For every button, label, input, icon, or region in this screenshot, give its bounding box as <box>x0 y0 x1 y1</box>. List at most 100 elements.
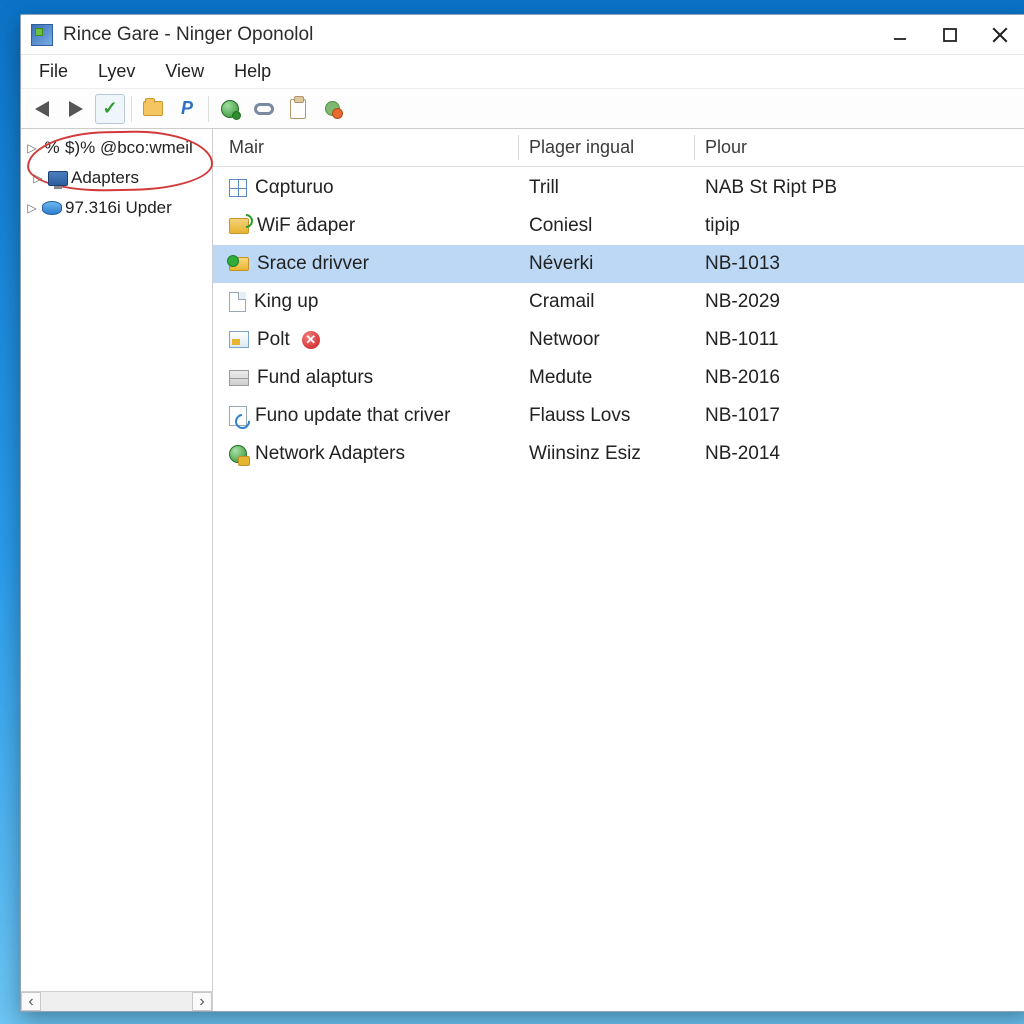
nav-back-button[interactable] <box>27 94 57 124</box>
list-row[interactable]: CαpturuoTrillNAB St Ript PB <box>213 169 1024 207</box>
row-value: NB-2014 <box>705 443 780 465</box>
close-button[interactable] <box>975 17 1024 53</box>
cell-plager: Cramail <box>519 291 695 313</box>
cell-name: WiF âdaper <box>219 215 519 237</box>
cell-plager: Coniesl <box>519 215 695 237</box>
row-value: Wiinsinz Esiz <box>529 443 641 465</box>
row-icon <box>229 179 247 197</box>
scroll-right-button[interactable]: › <box>192 992 212 1011</box>
row-name-label: Network Adapters <box>255 443 405 465</box>
link-button[interactable] <box>249 94 279 124</box>
cell-plour: NB-1011 <box>695 329 1024 351</box>
row-value: NB-1017 <box>705 405 780 427</box>
toolbar: ✓ P <box>21 89 1024 129</box>
expand-icon[interactable]: ▷ <box>25 201 39 215</box>
cell-name: Polt✕ <box>219 329 519 351</box>
column-header-name[interactable]: Mair <box>219 129 519 166</box>
menu-lyev[interactable]: Lyev <box>86 57 147 86</box>
list-rows: CαpturuoTrillNAB St Ript PB WiF âdaper Con… <box>213 167 1024 1011</box>
user-icon <box>325 101 340 116</box>
list-row[interactable]: WiF âdaper Coniesl tipip <box>213 207 1024 245</box>
open-folder-button[interactable] <box>138 94 168 124</box>
body-split: ▷ % $)% @bco:wmeil ▷ Adapters ▷ 97.316i … <box>21 129 1024 1011</box>
column-header-plager[interactable]: Plager ingual <box>519 129 695 166</box>
expand-icon[interactable]: ▷ <box>31 171 45 185</box>
globe-icon <box>221 100 239 118</box>
menu-file[interactable]: File <box>27 57 80 86</box>
toolbar-separator <box>208 96 209 122</box>
tree-pane: ▷ % $)% @bco:wmeil ▷ Adapters ▷ 97.316i … <box>21 129 213 1011</box>
tree-hscrollbar[interactable]: ‹ › <box>21 991 212 1011</box>
cell-plour: NAB St Ript PB <box>695 177 1024 199</box>
cell-plager: Medute <box>519 367 695 389</box>
tree-item-label: $)% @bco:wmeil <box>65 138 193 158</box>
row-icon <box>229 331 249 348</box>
minimize-button[interactable] <box>875 17 925 53</box>
arrow-right-icon <box>69 101 83 117</box>
row-name-label: Cαpturuo <box>255 177 334 199</box>
row-value: Medute <box>529 367 592 389</box>
app-window: Rince Gare - Ninger Oponolol File Lyev V… <box>20 14 1024 1012</box>
properties-button[interactable]: P <box>172 94 202 124</box>
row-value: tipip <box>705 215 740 237</box>
row-icon <box>229 257 249 271</box>
cell-name: Fund alapturs <box>219 367 519 389</box>
row-name-label: Funo update that criver <box>255 405 450 427</box>
cell-plager: Wiinsinz Esiz <box>519 443 695 465</box>
percent-icon: % <box>42 139 62 157</box>
row-value: Flauss Lovs <box>529 405 630 427</box>
row-icon <box>229 218 249 234</box>
row-value: NB-2016 <box>705 367 780 389</box>
list-row[interactable]: Polt✕ Netwoor NB-1011 <box>213 321 1024 359</box>
list-row[interactable]: Funo update that criver Flauss Lovs NB-101… <box>213 397 1024 435</box>
minimize-icon <box>892 27 908 43</box>
expand-icon[interactable]: ▷ <box>25 141 39 155</box>
adapter-icon <box>48 171 68 186</box>
row-name-label: WiF âdaper <box>257 215 355 237</box>
menu-view[interactable]: View <box>153 57 216 86</box>
toolbar-separator <box>131 96 132 122</box>
list-row[interactable]: Fund alapturs Medute NB-2016 <box>213 359 1024 397</box>
nav-forward-button[interactable] <box>61 94 91 124</box>
row-name-label: Fund alapturs <box>257 367 373 389</box>
list-row[interactable]: Network Adapters Wiinsinz Esiz NB-2014 <box>213 435 1024 473</box>
row-value: NB-1013 <box>705 253 780 275</box>
row-value: Netwoor <box>529 329 600 351</box>
check-icon: ✓ <box>102 98 117 119</box>
app-icon <box>31 24 53 46</box>
maximize-button[interactable] <box>925 17 975 53</box>
user-button[interactable] <box>317 94 347 124</box>
row-name-label: Polt <box>257 329 290 351</box>
row-value: NB-2029 <box>705 291 780 313</box>
cell-plour: NB-2016 <box>695 367 1024 389</box>
title-bar: Rince Gare - Ninger Oponolol <box>21 15 1024 55</box>
close-icon <box>991 26 1009 44</box>
cell-plour: NB-2014 <box>695 443 1024 465</box>
cell-plour: NB-2029 <box>695 291 1024 313</box>
row-name-label: Srace drivver <box>257 253 369 275</box>
row-value: Coniesl <box>529 215 592 237</box>
apply-button[interactable]: ✓ <box>95 94 125 124</box>
tree-item-label: Adapters <box>71 168 139 188</box>
row-name-label: King up <box>254 291 318 313</box>
cell-name: King up <box>219 291 519 313</box>
tree-item-updater[interactable]: ▷ 97.316i Upder <box>21 193 212 223</box>
cell-name: Cαpturuo <box>219 177 519 199</box>
column-header-plour[interactable]: Plour <box>695 129 1024 166</box>
cell-plour: tipip <box>695 215 1024 237</box>
cell-plour: NB-1013 <box>695 253 1024 275</box>
cell-plager: Flauss Lovs <box>519 405 695 427</box>
scroll-left-button[interactable]: ‹ <box>21 992 41 1011</box>
menu-help[interactable]: Help <box>222 57 283 86</box>
cell-name: Srace drivver <box>219 253 519 275</box>
row-icon <box>229 406 247 426</box>
tree-item-root[interactable]: ▷ % $)% @bco:wmeil <box>21 133 212 163</box>
row-value: NAB St Ript PB <box>705 177 837 199</box>
list-row[interactable]: Srace drivverNéverkiNB-1013 <box>213 245 1024 283</box>
column-headers: Mair Plager ingual Plour <box>213 129 1024 167</box>
network-button[interactable] <box>215 94 245 124</box>
tree-item-adapters[interactable]: ▷ Adapters <box>21 163 212 193</box>
scroll-track[interactable] <box>41 992 192 1011</box>
clipboard-button[interactable] <box>283 94 313 124</box>
list-row[interactable]: King up Cramail NB-2029 <box>213 283 1024 321</box>
